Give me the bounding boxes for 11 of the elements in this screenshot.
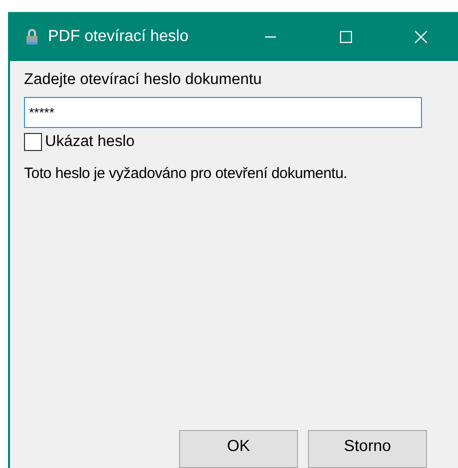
show-password-checkbox[interactable] [24, 133, 42, 151]
close-icon[interactable] [414, 30, 426, 42]
ok-button[interactable]: OK [179, 430, 298, 468]
cancel-button[interactable]: Storno [308, 430, 427, 468]
lock-icon [26, 28, 38, 45]
maximize-icon[interactable] [340, 30, 352, 42]
password-field[interactable]: ***** [24, 97, 422, 128]
show-password-label: Ukázat heslo [45, 133, 135, 151]
window-title: PDF otevírací heslo [48, 28, 190, 46]
info-text: Toto heslo je vyžadováno pro otevření dokumentu. [24, 165, 348, 182]
prompt-label: Zadejte otevírací heslo dokumentu [24, 71, 263, 89]
